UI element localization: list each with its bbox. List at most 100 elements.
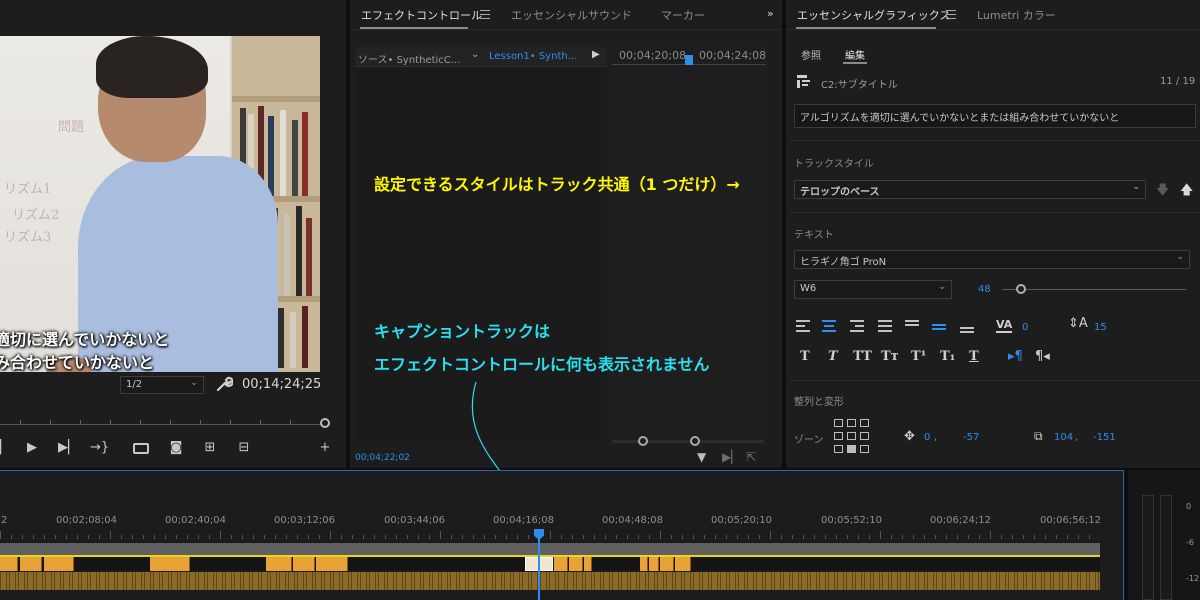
push-style-up-icon[interactable]: 🡅 — [1180, 181, 1193, 203]
play-audio-icon[interactable]: ▶▏ — [722, 450, 740, 464]
align-bottom-icon[interactable] — [960, 320, 974, 333]
position-y-value[interactable]: -57 — [963, 432, 979, 443]
rtl-text-icon[interactable]: ¶◂ — [1035, 349, 1050, 364]
small-caps-button[interactable]: Tт — [881, 349, 899, 364]
size-height-value[interactable]: -151 — [1093, 432, 1116, 443]
waveform-stripe — [1053, 572, 1054, 590]
subtab-browse[interactable]: 参照 — [801, 47, 821, 62]
zone-grid-icon[interactable] — [834, 419, 874, 457]
track-style-dropdown[interactable]: テロップのベース ⌄ — [794, 180, 1146, 199]
chevron-down-icon[interactable]: ⌄ — [471, 49, 479, 60]
safe-margins-icon[interactable] — [132, 440, 150, 456]
panel-menu-icon[interactable] — [480, 10, 490, 19]
ec-current-timecode[interactable]: 00;04;22;02 — [355, 453, 410, 463]
tab-markers[interactable]: マーカー — [661, 7, 705, 23]
underline-button[interactable]: T — [969, 349, 979, 364]
push-style-down-icon[interactable]: 🡇 — [1156, 181, 1169, 203]
align-center-icon[interactable] — [822, 320, 836, 332]
waveform-stripe — [438, 572, 439, 590]
faux-italic-button[interactable]: T — [828, 349, 838, 364]
waveform-stripe — [627, 572, 628, 590]
ruler-tick — [143, 535, 144, 539]
sequence-clip-label[interactable]: Lesson1• Synth... — [489, 51, 577, 62]
tab-essential-graphics[interactable]: エッセンシャルグラフィックス — [797, 7, 950, 23]
play-icon[interactable]: ▶ — [24, 440, 40, 456]
caption-clip[interactable] — [584, 557, 592, 571]
scrub-handle[interactable] — [320, 418, 330, 428]
align-left-icon[interactable] — [796, 320, 810, 332]
faux-bold-button[interactable]: T — [800, 349, 810, 364]
justify-icon[interactable] — [878, 320, 892, 332]
caption-clip[interactable] — [150, 557, 190, 571]
waveform-stripe — [585, 572, 586, 590]
step-forward-icon[interactable]: ▶▏ — [58, 440, 78, 456]
ltr-text-icon[interactable]: ▸¶ — [1008, 349, 1023, 364]
align-top-icon[interactable] — [905, 320, 919, 332]
subscript-button[interactable]: T₁ — [940, 349, 955, 364]
ec-playhead[interactable] — [685, 55, 693, 65]
font-size-value[interactable]: 48 — [978, 284, 991, 295]
caption-clip[interactable] — [0, 557, 18, 571]
ruler-tick — [198, 535, 199, 539]
waveform-stripe — [231, 572, 232, 590]
timeline-playhead-line[interactable] — [538, 530, 540, 600]
align-middle-icon[interactable] — [932, 320, 946, 332]
extract-icon[interactable]: ⊟ — [234, 440, 254, 456]
size-width-value[interactable]: 104 — [1054, 432, 1073, 443]
tab-lumetri-color[interactable]: Lumetri カラー — [977, 7, 1056, 23]
tab-essential-sound[interactable]: エッセンシャルサウンド — [511, 7, 632, 23]
waveform-stripe — [414, 572, 415, 590]
wrench-icon[interactable] — [215, 376, 233, 392]
export-icon[interactable]: ⇱ — [746, 450, 756, 464]
caption-clip[interactable] — [660, 557, 674, 571]
resolution-dropdown[interactable]: 1/2 ⌄ — [120, 376, 204, 394]
ec-zoom-scrollbar[interactable] — [612, 436, 764, 446]
superscript-button[interactable]: T¹ — [911, 349, 926, 364]
source-clip-label[interactable]: ソース• SyntheticC... — [358, 51, 460, 66]
font-weight-dropdown[interactable]: W6 ⌄ — [794, 280, 952, 299]
camera-icon[interactable]: ◙ — [167, 440, 185, 456]
ruler-tick — [924, 535, 925, 539]
play-triangle-icon[interactable]: ▶ — [592, 49, 600, 60]
caption-clip[interactable] — [675, 557, 691, 571]
font-size-slider-handle[interactable] — [1016, 284, 1026, 294]
caption-clip[interactable] — [266, 557, 292, 571]
playhead-timecode[interactable]: 00;14;24;25 — [242, 377, 321, 392]
panel-menu-icon[interactable] — [946, 10, 956, 19]
kerning-value[interactable]: 0 — [1022, 322, 1028, 333]
caption-clip[interactable] — [649, 557, 659, 571]
audio-track[interactable] — [0, 572, 1100, 590]
waveform-stripe — [186, 572, 187, 590]
leading-value[interactable]: 15 — [1094, 322, 1107, 333]
add-button-icon[interactable]: + — [318, 440, 332, 456]
waveform-stripe — [567, 572, 568, 590]
ruler-tick — [726, 535, 727, 539]
panel-overflow-icon[interactable]: » — [767, 7, 774, 20]
subtab-edit[interactable]: 編集 — [845, 47, 865, 62]
step-back-icon[interactable]: ▏ — [0, 440, 10, 456]
align-right-icon[interactable] — [850, 320, 864, 332]
font-size-slider[interactable] — [1002, 284, 1186, 294]
monitor-scrub-bar[interactable] — [0, 417, 330, 431]
caption-clip[interactable] — [316, 557, 348, 571]
ruler-tick — [319, 535, 320, 539]
waveform-stripe — [936, 572, 937, 590]
ruler-tick — [869, 535, 870, 539]
go-to-out-icon[interactable]: →} — [90, 440, 109, 456]
caption-clip[interactable] — [569, 557, 583, 571]
caption-clip[interactable] — [44, 557, 74, 571]
lift-icon[interactable]: ⊞ — [200, 440, 220, 456]
font-family-dropdown[interactable]: ヒラギノ角ゴ ProN ⌄ — [794, 250, 1190, 269]
all-caps-button[interactable]: TT — [853, 349, 872, 364]
caption-clip[interactable] — [20, 557, 42, 571]
waveform-stripe — [915, 572, 916, 590]
position-x-value[interactable]: 0 — [924, 432, 930, 443]
caption-clip[interactable] — [640, 557, 648, 571]
board-sketch-3: リズム3 — [4, 230, 52, 245]
filter-icon[interactable]: ▼ — [697, 450, 706, 464]
timeline-ruler[interactable] — [0, 529, 1100, 539]
caption-text-field[interactable]: アルゴリズムを適切に選んでいかないとまたは組み合わせていかないと — [794, 104, 1196, 128]
caption-clip[interactable] — [554, 557, 568, 571]
tab-effect-controls[interactable]: エフェクトコントロール — [361, 7, 482, 23]
caption-clip[interactable] — [293, 557, 315, 571]
